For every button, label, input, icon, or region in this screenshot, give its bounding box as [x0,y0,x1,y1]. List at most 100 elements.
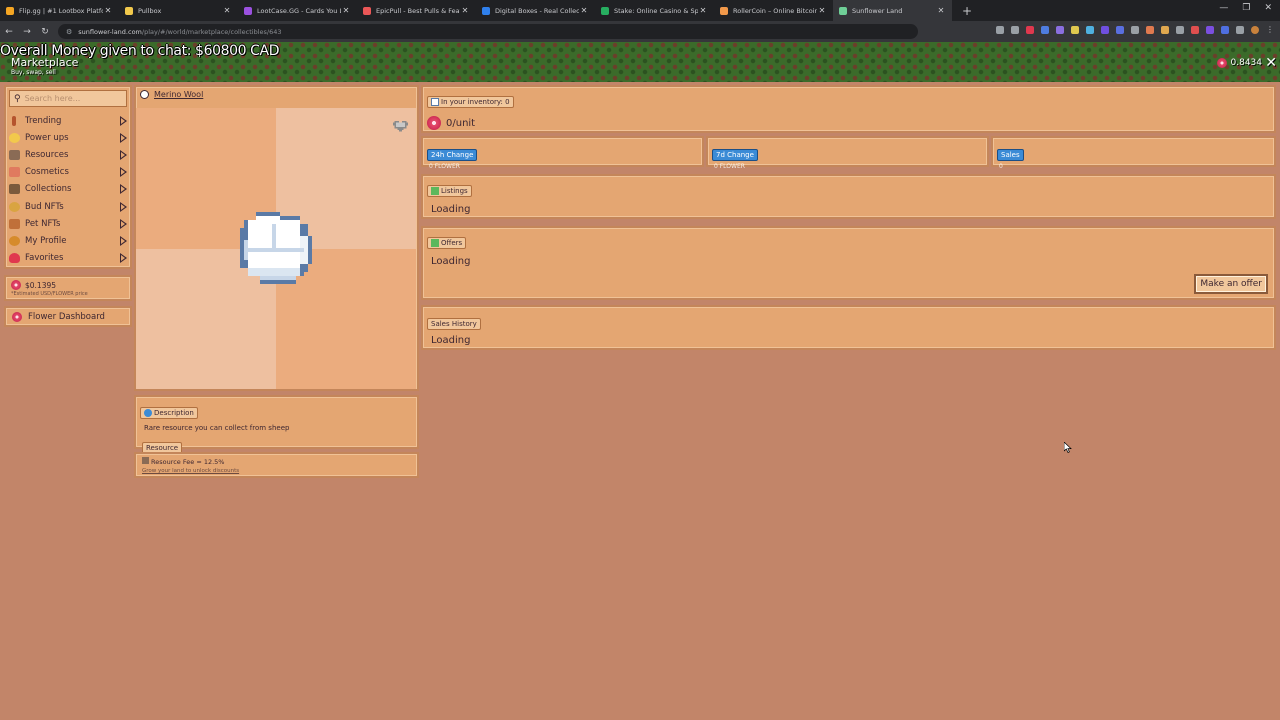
sidebar-item-my-profile[interactable]: My Profile [9,232,129,249]
page-subtitle: Buy, swap, sell [11,69,56,76]
browser-tab[interactable]: Pullbox ✕ [119,0,238,21]
sidebar-item-favorites[interactable]: Favorites [9,250,129,267]
magnifier-icon [144,409,152,417]
extension-icon[interactable] [1026,26,1034,34]
browser-tab[interactable]: RollerCoin – Online Bitcoin Mi✕ [714,0,833,21]
chevron-right-icon [120,253,127,264]
extension-icon[interactable] [1221,26,1229,34]
sidebar-item-resources[interactable]: Resources [9,146,129,163]
minimize-icon[interactable]: — [1219,3,1228,13]
browser-menu-icon[interactable]: ⋮ [1266,26,1274,34]
offers-panel: Offers Loading Make an offer [421,226,1276,300]
window-controls: — ❐ ✕ [1219,3,1272,13]
close-window-icon[interactable]: ✕ [1264,3,1272,13]
close-tab-icon[interactable]: ✕ [698,6,708,15]
profile-icon [9,235,20,246]
search-icon: ⚲ [14,93,21,104]
url-field[interactable]: ⚙ sunflower-land.com/play/#/world/market… [58,24,918,39]
tab-favicon-icon [6,6,14,15]
pet-icon [9,218,20,229]
fee-discount-link[interactable]: Grow your land to unlock discounts [142,468,239,474]
reload-icon[interactable]: ↻ [36,27,54,37]
close-tab-icon[interactable]: ✕ [579,6,589,15]
flower-icon [1216,58,1227,68]
close-tab-icon[interactable]: ✕ [460,6,470,15]
sidebar-item-collections[interactable]: Collections [9,181,129,198]
extension-icon[interactable] [1131,26,1139,34]
extension-icon[interactable] [1101,26,1109,34]
close-tab-icon[interactable]: ✕ [817,6,827,15]
tab-favicon-icon [363,6,371,15]
search-input[interactable] [24,94,120,103]
browser-tab[interactable]: Stake: Online Casino & Sports✕ [595,0,714,21]
extension-icon[interactable] [996,26,1004,34]
listings-status: Loading [431,204,471,215]
resources-icon [9,149,20,160]
offers-icon [431,239,439,247]
search-box[interactable]: ⚲ [9,90,127,107]
stat-7d-change: 7d Change 0 FLOWER [706,136,989,170]
back-icon[interactable] [140,90,149,99]
flower-price: $0.1395 [25,280,57,290]
item-description: Rare resource you can collect from sheep [144,424,290,432]
extension-icon[interactable] [1161,26,1169,34]
flower-dashboard-button[interactable]: Flower Dashboard [4,306,132,327]
tab-favicon-icon [244,6,252,15]
close-marketplace-icon[interactable]: ✕ [1265,55,1277,71]
browser-tab[interactable]: LootCase.GG - Cards You Love✕ [238,0,357,21]
extension-icon[interactable] [1041,26,1049,34]
resource-fee: Resource Fee = 12.5% [151,458,225,466]
favorite-heart-icon[interactable] [393,118,408,133]
extension-icon[interactable] [1086,26,1094,34]
chevron-right-icon [120,115,127,126]
cosmetics-icon [9,167,20,178]
extensions-puzzle-icon[interactable] [1236,26,1244,34]
extension-icon[interactable] [1056,26,1064,34]
maximize-icon[interactable]: ❐ [1242,3,1250,13]
sidebar-item-pet-nfts[interactable]: Pet NFTs [9,215,129,232]
stat-sales: Sales 0 [991,136,1276,170]
stat-label: Sales [997,149,1024,161]
extension-icon[interactable] [1176,26,1184,34]
make-offer-button[interactable]: Make an offer [1194,274,1268,294]
site-info-icon[interactable]: ⚙ [66,28,72,36]
profile-avatar-icon[interactable] [1251,26,1259,34]
sidebar-item-cosmetics[interactable]: Cosmetics [9,164,129,181]
collections-icon [9,184,20,195]
forward-icon[interactable]: → [18,27,36,37]
sidebar-item-trending[interactable]: Trending [9,112,129,129]
browser-tab[interactable]: Digital Boxes - Real Collectibl✕ [476,0,595,21]
flower-icon [11,280,21,290]
extensions-bar: ⋮ [996,26,1274,34]
browser-tab[interactable]: EpicPull - Best Pulls & Feature✕ [357,0,476,21]
mouse-cursor-icon [1064,442,1072,453]
browser-tab[interactable]: Flip.gg | #1 Lootbox Platform✕ [0,0,119,21]
chevron-right-icon [120,149,127,160]
close-tab-icon[interactable]: ✕ [341,6,351,15]
extension-icon[interactable] [1116,26,1124,34]
bookmark-star-icon[interactable] [1011,26,1019,34]
new-tab-icon[interactable]: + [962,4,972,18]
chevron-right-icon [120,218,127,229]
extension-icon[interactable] [1071,26,1079,34]
merino-wool-image [240,212,312,284]
tab-favicon-icon [601,6,609,15]
description-panel: Description Rare resource you can collec… [134,395,419,454]
stat-label: 24h Change [427,149,478,161]
offers-label: Offers [427,237,467,249]
sidebar-item-bud-nfts[interactable]: Bud NFTs [9,198,129,215]
browser-tab-active[interactable]: Sunflower Land ✕ [833,0,952,21]
close-tab-icon[interactable]: ✕ [103,6,113,15]
item-name[interactable]: Merino Wool [140,90,417,99]
flower-balance: 0.8434 [1216,58,1262,68]
browser-address-bar: ← → ↻ ⚙ sunflower-land.com/play/#/world/… [0,21,1280,42]
item-image-area [136,108,416,389]
close-tab-icon[interactable]: ✕ [222,6,232,15]
extension-icon[interactable] [1191,26,1199,34]
extension-icon[interactable] [1206,26,1214,34]
browser-tab-bar: Flip.gg | #1 Lootbox Platform✕ Pullbox✕ … [0,0,1280,21]
sidebar-item-power-ups[interactable]: Power ups [9,129,129,146]
back-icon[interactable]: ← [0,27,18,37]
close-tab-icon[interactable]: ✕ [936,6,946,15]
extension-icon[interactable] [1146,26,1154,34]
